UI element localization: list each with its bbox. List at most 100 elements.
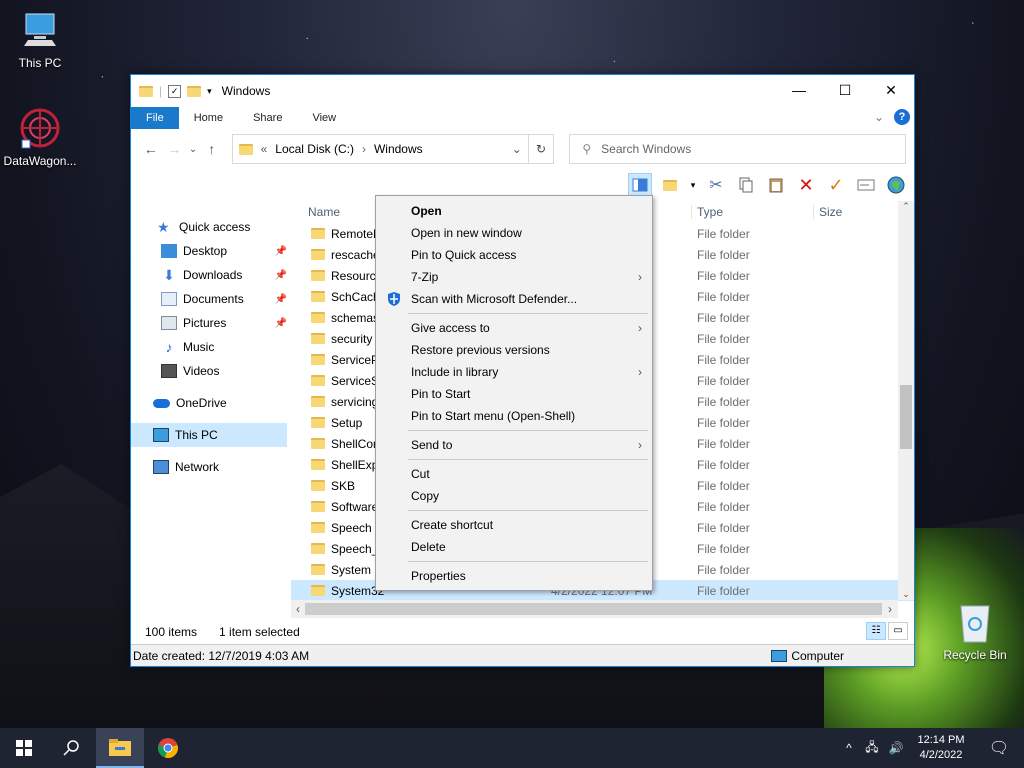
menu-item-give-access-to[interactable]: Give access to › [376, 317, 652, 339]
menu-item-scan-with-microsoft-defender[interactable]: Scan with Microsoft Defender... [376, 288, 652, 310]
menu-separator [408, 430, 648, 431]
notification-icon[interactable]: 🗨 [974, 738, 1024, 758]
column-type[interactable]: Type [691, 205, 813, 219]
show-hidden-icons-button[interactable]: ^ [838, 741, 860, 755]
tab-share[interactable]: Share [238, 107, 297, 129]
sidebar-item-downloads[interactable]: ⬇ Downloads 📌 [131, 263, 291, 287]
sidebar-item-this-pc[interactable]: This PC [131, 423, 287, 447]
menu-item-open[interactable]: Open [376, 200, 652, 222]
minimize-button[interactable]: — [776, 75, 822, 105]
sidebar-item-music[interactable]: ♪ Music [131, 335, 291, 359]
desktop-icon-datawagon[interactable]: DataWagon... [0, 106, 80, 168]
tab-file[interactable]: File [131, 107, 179, 129]
menu-item-properties[interactable]: Properties [376, 565, 652, 587]
address-overflow[interactable]: « [261, 142, 268, 156]
horizontal-scroll-thumb[interactable] [305, 603, 882, 615]
menu-item-pin-to-start[interactable]: Pin to Start [376, 383, 652, 405]
vertical-scroll-thumb[interactable] [900, 385, 912, 449]
new-folder-icon[interactable] [658, 173, 682, 197]
tab-view[interactable]: View [297, 107, 351, 129]
sidebar-item-desktop[interactable]: Desktop 📌 [131, 239, 291, 263]
forward-button[interactable]: → [163, 141, 187, 157]
menu-item-restore-previous-versions[interactable]: Restore previous versions [376, 339, 652, 361]
start-button[interactable] [0, 728, 48, 768]
pane-icon[interactable] [628, 173, 652, 197]
help-icon[interactable]: ? [894, 109, 910, 125]
sidebar-item-documents[interactable]: Documents 📌 [131, 287, 291, 311]
close-button[interactable]: ✕ [868, 75, 914, 105]
rename-icon[interactable] [854, 173, 878, 197]
pin-icon[interactable]: 📌 [275, 270, 287, 281]
sidebar-item-network[interactable]: Network [131, 455, 291, 479]
check-icon[interactable]: ✓ [824, 173, 848, 197]
menu-item-open-in-new-window[interactable]: Open in new window [376, 222, 652, 244]
recycle-bin-icon [953, 600, 997, 644]
cut-icon[interactable]: ✂ [704, 173, 728, 197]
globe-icon[interactable] [884, 173, 908, 197]
dropdown-icon[interactable]: ▾ [688, 173, 698, 197]
menu-item-label: Open in new window [411, 226, 522, 240]
menu-separator [408, 561, 648, 562]
search-box[interactable]: ⚲ Search Windows [569, 134, 906, 164]
menu-item-send-to[interactable]: Send to › [376, 434, 652, 456]
pin-icon[interactable]: 📌 [275, 318, 287, 329]
file-name: System [331, 562, 372, 577]
folder-icon [311, 291, 325, 302]
menu-item-7-zip[interactable]: 7-Zip › [376, 266, 652, 288]
menu-item-cut[interactable]: Cut [376, 463, 652, 485]
breadcrumb-windows[interactable]: Windows [374, 142, 423, 156]
column-size[interactable]: Size [813, 205, 873, 219]
volume-icon[interactable]: 🔊 [884, 741, 908, 755]
videos-icon [161, 364, 177, 378]
address-dropdown-icon[interactable]: ⌄ [512, 142, 522, 156]
maximize-button[interactable]: ☐ [822, 75, 868, 105]
taskbar-chrome[interactable] [144, 728, 192, 768]
details-view-button[interactable]: ☷ [866, 622, 886, 640]
menu-item-delete[interactable]: Delete [376, 536, 652, 558]
menu-item-include-in-library[interactable]: Include in library › [376, 361, 652, 383]
scroll-down-button[interactable]: ⌄ [898, 589, 914, 600]
vertical-scrollbar[interactable]: ⌃ ⌄ [898, 201, 914, 600]
breadcrumb-local-disk[interactable]: Local Disk (C:) [275, 142, 354, 156]
desktop-folder-icon [161, 244, 177, 258]
clock[interactable]: 12:14 PM 4/2/2022 [908, 733, 974, 763]
network-icon[interactable]: 🖧 [860, 738, 884, 759]
sidebar-item-onedrive[interactable]: OneDrive [131, 391, 291, 415]
file-type: File folder [697, 247, 750, 262]
scroll-right-button[interactable]: › [882, 602, 898, 616]
taskbar-file-explorer[interactable] [96, 728, 144, 768]
ribbon-collapse-icon[interactable]: ⌄ [874, 110, 884, 124]
menu-item-label: Open [411, 204, 442, 218]
paste-icon[interactable] [764, 173, 788, 197]
address-bar[interactable]: « Local Disk (C:) › Windows ⌄ [231, 134, 529, 164]
refresh-button[interactable]: ↻ [528, 134, 555, 164]
menu-item-create-shortcut[interactable]: Create shortcut [376, 514, 652, 536]
back-button[interactable]: ← [139, 141, 163, 157]
horizontal-scrollbar[interactable]: ‹ › [291, 600, 898, 618]
recent-locations-button[interactable]: ⌄ [186, 144, 200, 155]
desktop-icon-this-pc[interactable]: This PC [0, 8, 80, 70]
pin-icon[interactable]: 📌 [275, 294, 287, 305]
menu-item-copy[interactable]: Copy [376, 485, 652, 507]
sidebar-item-pictures[interactable]: Pictures 📌 [131, 311, 291, 335]
customize-qa-icon[interactable]: ▾ [207, 86, 212, 97]
sidebar-item-videos[interactable]: Videos [131, 359, 291, 383]
copy-icon[interactable] [734, 173, 758, 197]
new-folder-icon[interactable] [187, 85, 202, 97]
tiles-view-button[interactable]: ▭ [888, 622, 908, 640]
pin-icon[interactable]: 📌 [275, 246, 287, 257]
search-input[interactable]: Search Windows [601, 142, 691, 156]
sidebar-item-quick-access[interactable]: ★ Quick access [131, 215, 291, 239]
delete-icon[interactable]: ✕ [794, 173, 818, 197]
menu-item-pin-to-start-menu-open-shell[interactable]: Pin to Start menu (Open-Shell) [376, 405, 652, 427]
scroll-up-button[interactable]: ⌃ [898, 201, 914, 212]
tab-home[interactable]: Home [179, 107, 238, 129]
search-button[interactable] [48, 728, 96, 768]
desktop-icon-recycle-bin[interactable]: Recycle Bin [935, 600, 1015, 662]
up-button[interactable]: ↑ [200, 141, 224, 157]
scroll-left-button[interactable]: ‹ [291, 602, 305, 616]
menu-item-pin-to-quick-access[interactable]: Pin to Quick access [376, 244, 652, 266]
breadcrumb-separator[interactable]: › [362, 142, 366, 156]
properties-icon[interactable]: ✓ [168, 84, 182, 98]
title-bar[interactable]: | ✓ ▾ Windows — ☐ ✕ [131, 75, 914, 107]
